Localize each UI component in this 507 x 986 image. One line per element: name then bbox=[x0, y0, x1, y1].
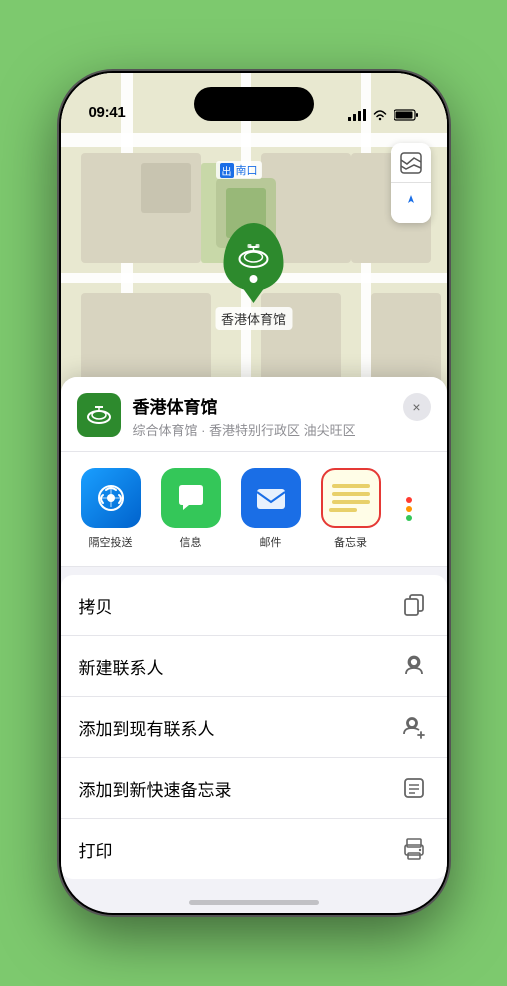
status-icons bbox=[348, 109, 419, 121]
map-controls[interactable] bbox=[391, 143, 431, 223]
action-print[interactable]: 打印 bbox=[61, 819, 447, 879]
print-icon bbox=[399, 834, 429, 864]
south-exit-label: 出 南口 bbox=[216, 161, 262, 179]
stadium-icon bbox=[235, 239, 271, 275]
venue-description: 综合体育馆 · 香港特别行政区 油尖旺区 bbox=[133, 420, 391, 439]
action-copy[interactable]: 拷贝 bbox=[61, 575, 447, 636]
wifi-icon bbox=[372, 109, 388, 121]
pin-dot bbox=[249, 275, 257, 283]
venue-info: 香港体育馆 综合体育馆 · 香港特别行政区 油尖旺区 bbox=[133, 393, 391, 439]
map-type-icon bbox=[400, 152, 422, 174]
messages-icon bbox=[161, 468, 221, 528]
battery-icon bbox=[394, 109, 419, 121]
signal-icon bbox=[348, 109, 366, 121]
venue-icon bbox=[77, 393, 121, 437]
notes-line-4 bbox=[329, 508, 357, 512]
dot-red bbox=[406, 497, 412, 503]
airdrop-label: 隔空投送 bbox=[89, 534, 133, 550]
venue-stadium-icon bbox=[85, 401, 113, 429]
close-button[interactable]: × bbox=[403, 393, 431, 421]
action-add-note[interactable]: 添加到新快速备忘录 bbox=[61, 758, 447, 819]
dot-green bbox=[406, 515, 412, 521]
new-contact-icon bbox=[399, 651, 429, 681]
notes-line-1 bbox=[332, 484, 370, 488]
add-contact-svg bbox=[402, 715, 426, 739]
dynamic-island bbox=[194, 87, 314, 121]
copy-icon bbox=[399, 590, 429, 620]
notes-line-2 bbox=[332, 492, 370, 496]
dot-orange bbox=[406, 506, 412, 512]
phone-frame: 09:41 bbox=[59, 71, 449, 915]
app-item-mail[interactable]: 邮件 bbox=[237, 468, 305, 550]
status-time: 09:41 bbox=[89, 104, 126, 121]
notes-label: 备忘录 bbox=[334, 534, 367, 550]
add-contact-icon bbox=[399, 712, 429, 742]
mail-svg bbox=[253, 480, 289, 516]
map-type-button[interactable] bbox=[391, 143, 431, 183]
more-apps[interactable] bbox=[397, 497, 421, 521]
messages-label: 信息 bbox=[180, 534, 202, 550]
new-contact-label: 新建联系人 bbox=[79, 654, 164, 679]
airdrop-svg bbox=[94, 481, 128, 515]
pin-label: 香港体育馆 bbox=[215, 307, 292, 330]
add-note-label: 添加到新快速备忘录 bbox=[79, 776, 232, 801]
venue-name: 香港体育馆 bbox=[133, 393, 391, 418]
mail-icon bbox=[241, 468, 301, 528]
action-list: 拷贝 新建联系人 bbox=[61, 575, 447, 879]
pin-icon-bg bbox=[223, 223, 283, 291]
location-button[interactable] bbox=[391, 183, 431, 223]
exit-name: 南口 bbox=[236, 162, 258, 178]
add-contact-label: 添加到现有联系人 bbox=[79, 715, 215, 740]
mail-label: 邮件 bbox=[260, 534, 282, 550]
venue-header: 香港体育馆 综合体育馆 · 香港特别行政区 油尖旺区 × bbox=[61, 377, 447, 452]
phone-screen: 09:41 bbox=[61, 73, 447, 913]
more-dots bbox=[406, 497, 412, 521]
add-note-icon bbox=[399, 773, 429, 803]
home-indicator bbox=[189, 900, 319, 905]
action-new-contact[interactable]: 新建联系人 bbox=[61, 636, 447, 697]
location-pin: 香港体育馆 bbox=[215, 223, 292, 330]
copy-svg bbox=[402, 593, 426, 617]
print-svg bbox=[402, 837, 426, 861]
apps-row: 隔空投送 信息 bbox=[61, 452, 447, 567]
messages-svg bbox=[173, 480, 209, 516]
exit-prefix: 出 bbox=[220, 163, 234, 178]
print-label: 打印 bbox=[79, 837, 113, 862]
bottom-sheet: 香港体育馆 综合体育馆 · 香港特别行政区 油尖旺区 × bbox=[61, 377, 447, 913]
app-item-messages[interactable]: 信息 bbox=[157, 468, 225, 550]
app-item-airdrop[interactable]: 隔空投送 bbox=[77, 468, 145, 550]
airdrop-icon bbox=[81, 468, 141, 528]
new-contact-svg bbox=[402, 654, 426, 678]
location-icon bbox=[401, 193, 421, 213]
copy-label: 拷贝 bbox=[79, 593, 113, 618]
notes-icon bbox=[321, 468, 381, 528]
app-item-notes[interactable]: 备忘录 bbox=[317, 468, 385, 550]
notes-line-3 bbox=[332, 500, 370, 504]
add-note-svg bbox=[402, 776, 426, 800]
action-add-contact[interactable]: 添加到现有联系人 bbox=[61, 697, 447, 758]
